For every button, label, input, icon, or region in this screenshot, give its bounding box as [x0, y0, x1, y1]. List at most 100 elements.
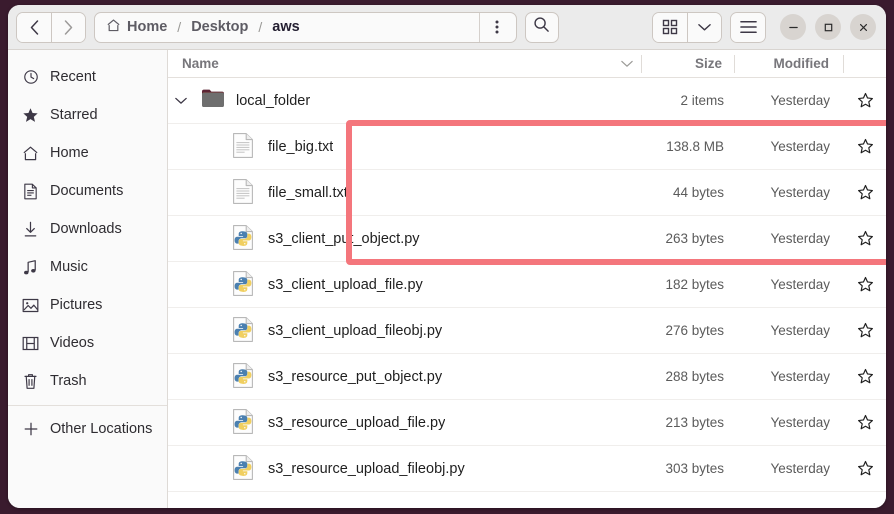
file-name-cell: file_big.txt: [168, 132, 644, 162]
column-headers: Name Size Modified: [168, 50, 886, 78]
table-row[interactable]: file_small.txt 44 bytesYesterday: [168, 170, 886, 216]
breadcrumb-item-aws[interactable]: aws: [263, 13, 308, 42]
window-controls: [780, 14, 876, 40]
column-header-star: [844, 50, 886, 78]
star-outline-icon[interactable]: [844, 414, 886, 431]
breadcrumb-item-desktop[interactable]: Desktop: [182, 13, 257, 42]
file-name-cell: s3_resource_upload_file.py: [168, 408, 644, 438]
file-name-cell: s3_resource_upload_fileobj.py: [168, 454, 644, 484]
file-size-label: 263 bytes: [644, 231, 736, 246]
file-modified-label: Yesterday: [736, 415, 844, 430]
star-outline-icon[interactable]: [844, 230, 886, 247]
table-row[interactable]: file_big.txt138.8 MBYesterday: [168, 124, 886, 170]
expander-spacer: [172, 184, 190, 202]
breadcrumb-label-home: Home: [127, 19, 167, 35]
sidebar: Recent Starred Home Documents: [8, 50, 168, 508]
file-list: Name Size Modified local_folder2 itemsYe…: [168, 50, 886, 508]
download-arrow-icon: [22, 221, 39, 238]
star-outline-icon[interactable]: [844, 322, 886, 339]
expander-spacer: [172, 138, 190, 156]
sidebar-item-other-locations[interactable]: Other Locations: [8, 410, 167, 448]
sidebar-item-downloads[interactable]: Downloads: [8, 210, 167, 248]
table-row[interactable]: s3_resource_upload_fileobj.py303 bytesYe…: [168, 446, 886, 492]
star-outline-icon[interactable]: [844, 276, 886, 293]
forward-button[interactable]: [51, 13, 85, 42]
maximize-button[interactable]: [815, 14, 841, 40]
sidebar-item-documents[interactable]: Documents: [8, 172, 167, 210]
file-size-label: 182 bytes: [644, 277, 736, 292]
file-size-label: 44 bytes: [644, 185, 736, 200]
file-modified-label: Yesterday: [736, 93, 844, 108]
file-rows: local_folder2 itemsYesterdayfile_big.txt…: [168, 78, 886, 508]
grid-view-icon[interactable]: [653, 13, 687, 42]
file-manager-window: Home / Desktop / aws: [8, 5, 886, 508]
sidebar-item-label: Pictures: [50, 297, 102, 313]
minimize-button[interactable]: [780, 14, 806, 40]
sidebar-item-recent[interactable]: Recent: [8, 58, 167, 96]
back-button[interactable]: [17, 13, 51, 42]
breadcrumb-item-home[interactable]: Home: [97, 13, 176, 42]
star-outline-icon[interactable]: [844, 138, 886, 155]
text-file-icon: [232, 132, 258, 162]
sidebar-item-label: Documents: [50, 183, 123, 199]
table-row[interactable]: s3_resource_upload_file.py 213 bytesYeste…: [168, 400, 886, 446]
column-header-size[interactable]: Size: [642, 50, 734, 78]
breadcrumb-label-aws: aws: [272, 19, 299, 35]
file-name-label: s3_client_upload_file.py: [268, 277, 423, 293]
star-filled-icon: [22, 107, 39, 124]
sidebar-item-videos[interactable]: Videos: [8, 324, 167, 362]
sidebar-item-pictures[interactable]: Pictures: [8, 286, 167, 324]
sidebar-item-music[interactable]: Music: [8, 248, 167, 286]
main-menu-group: [730, 12, 766, 43]
breadcrumb: Home / Desktop / aws: [94, 12, 517, 43]
view-dropdown-chevron-down-icon[interactable]: [687, 13, 721, 42]
table-row[interactable]: s3_client_upload_fileobj.py 276 bytesYest…: [168, 308, 886, 354]
column-header-modified[interactable]: Modified: [735, 50, 843, 78]
search-button[interactable]: [525, 12, 559, 43]
close-button[interactable]: [850, 14, 876, 40]
expander-spacer: [172, 276, 190, 294]
file-name-cell: s3_resource_put_object.py: [168, 362, 644, 392]
hamburger-menu-icon[interactable]: [731, 13, 765, 42]
star-outline-icon[interactable]: [844, 184, 886, 201]
window-body: Recent Starred Home Documents: [8, 50, 886, 508]
python-file-icon: [232, 408, 258, 438]
column-header-name[interactable]: Name: [168, 50, 641, 78]
sidebar-item-home[interactable]: Home: [8, 134, 167, 172]
python-file-icon: [232, 454, 258, 484]
sidebar-item-starred[interactable]: Starred: [8, 96, 167, 134]
column-header-modified-label: Modified: [774, 56, 830, 71]
table-row[interactable]: local_folder2 itemsYesterday: [168, 78, 886, 124]
table-row[interactable]: s3_client_put_object.py263 bytesYesterda…: [168, 216, 886, 262]
expander-chevron-down-icon[interactable]: [172, 92, 190, 110]
vertical-ellipsis-icon[interactable]: [480, 13, 514, 42]
star-outline-icon[interactable]: [844, 368, 886, 385]
file-modified-label: Yesterday: [736, 277, 844, 292]
navigation-buttons: [16, 12, 86, 43]
file-name-label: s3_resource_put_object.py: [268, 369, 442, 385]
star-outline-icon[interactable]: [844, 92, 886, 109]
file-name-label: file_small.txt: [268, 185, 348, 201]
expander-spacer: [172, 322, 190, 340]
file-name-label: s3_client_upload_fileobj.py: [268, 323, 442, 339]
sidebar-item-label: Recent: [50, 69, 96, 85]
star-outline-icon[interactable]: [844, 460, 886, 477]
table-row[interactable]: s3_resource_put_object.py288 bytesYester…: [168, 354, 886, 400]
sidebar-item-label: Downloads: [50, 221, 122, 237]
file-modified-label: Yesterday: [736, 185, 844, 200]
sidebar-item-label: Starred: [50, 107, 98, 123]
table-row[interactable]: s3_client_upload_file.py 182 bytesYesterd…: [168, 262, 886, 308]
file-size-label: 288 bytes: [644, 369, 736, 384]
file-name-label: s3_resource_upload_fileobj.py: [268, 461, 465, 477]
file-modified-label: Yesterday: [736, 461, 844, 476]
file-size-label: 276 bytes: [644, 323, 736, 338]
file-name-label: local_folder: [236, 93, 310, 109]
expander-spacer: [172, 414, 190, 432]
sidebar-item-trash[interactable]: Trash: [8, 362, 167, 400]
file-name-label: s3_resource_upload_file.py: [268, 415, 445, 431]
file-name-cell: local_folder: [168, 86, 644, 116]
file-size-label: 213 bytes: [644, 415, 736, 430]
clock-icon: [22, 69, 39, 86]
file-modified-label: Yesterday: [736, 323, 844, 338]
column-header-size-label: Size: [695, 56, 722, 71]
